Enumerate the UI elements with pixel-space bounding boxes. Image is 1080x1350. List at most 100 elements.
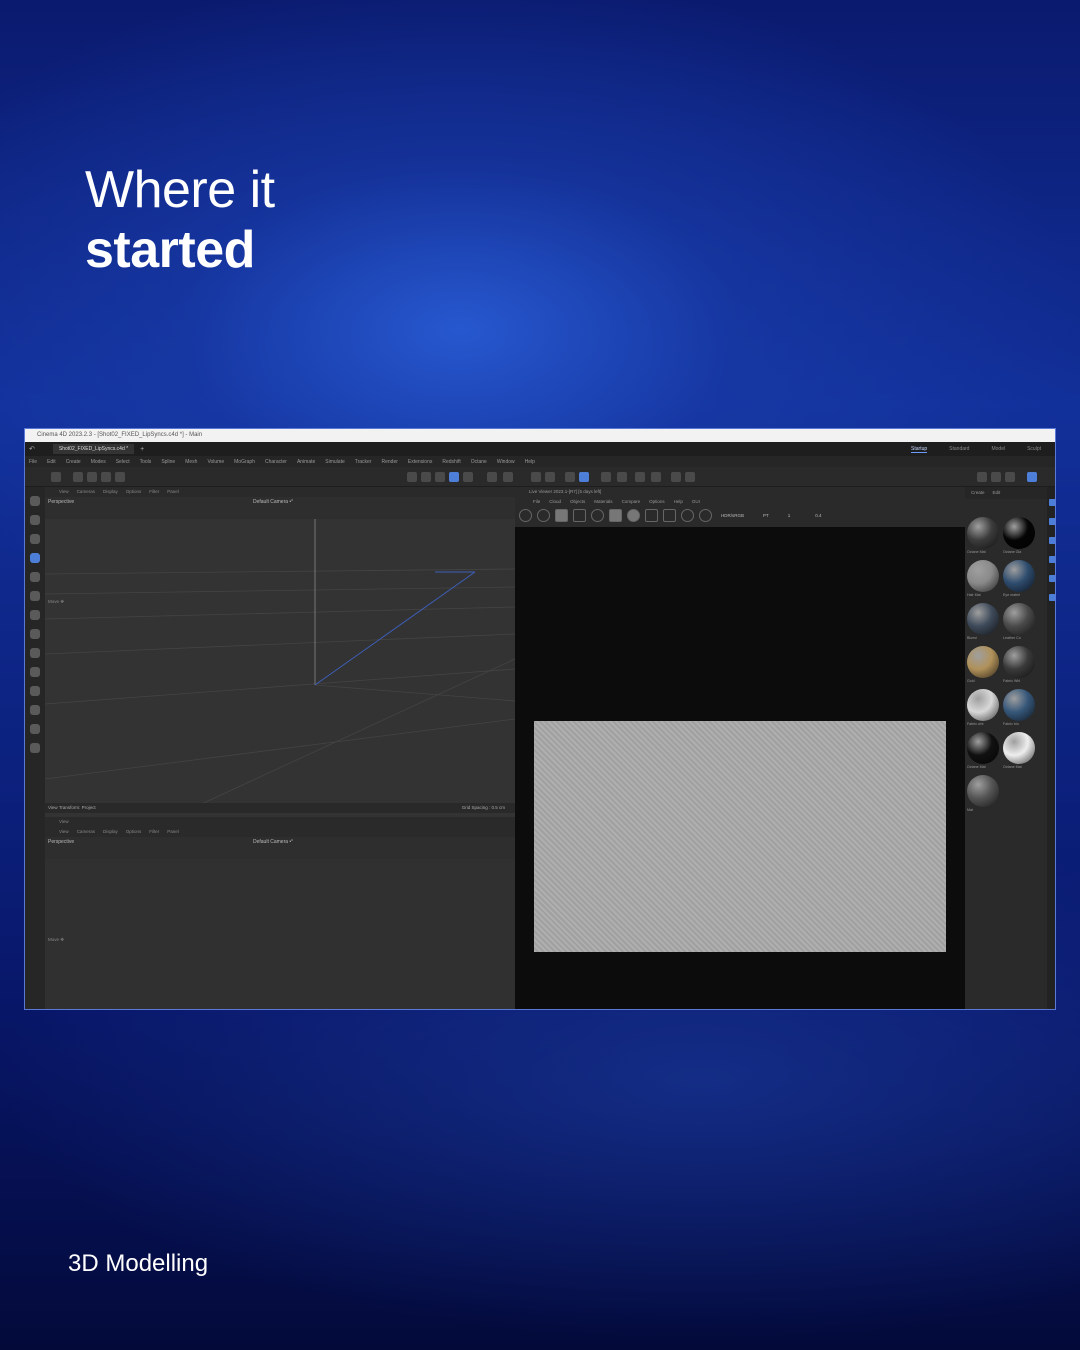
lock-icon[interactable]	[531, 472, 541, 482]
render-canvas[interactable]	[534, 721, 946, 952]
viewport-bottom-camera[interactable]: Default Camera •°	[253, 839, 293, 845]
add-tab-icon[interactable]: +	[140, 446, 144, 453]
menu-octane[interactable]: Octane	[471, 459, 487, 465]
viewport-bottom-menu-view[interactable]: View	[59, 827, 69, 837]
live-viewer-menu-compare[interactable]: Compare	[622, 499, 641, 504]
material-swatch[interactable]	[1003, 732, 1035, 764]
menu-character[interactable]: Character	[265, 459, 287, 465]
color-mode-select[interactable]: HDR/sRGB	[721, 513, 744, 518]
material-swatch[interactable]	[967, 603, 999, 635]
attribute-manager-icon[interactable]	[1048, 518, 1055, 525]
menu-tools[interactable]: Tools	[140, 459, 152, 465]
viewport-top-menu-filter[interactable]: Filter	[149, 487, 159, 497]
render-active-icon[interactable]	[651, 472, 661, 482]
x-axis-icon[interactable]	[73, 472, 83, 482]
snap-icon[interactable]	[407, 472, 417, 482]
channel-select[interactable]: PT	[763, 513, 769, 518]
material-swatch[interactable]	[1003, 646, 1035, 678]
viewport-bottom-menu-panel[interactable]: Panel	[167, 827, 179, 837]
value-b-field[interactable]: 0.4	[815, 513, 821, 518]
workplane-icon[interactable]	[421, 472, 431, 482]
object-manager-icon[interactable]	[1048, 499, 1055, 506]
live-select-icon[interactable]	[30, 534, 40, 544]
brush-tool-icon[interactable]	[30, 686, 40, 696]
menu-create[interactable]: Create	[66, 459, 81, 465]
menu-animate[interactable]: Animate	[297, 459, 315, 465]
viewport-top-camera[interactable]: Default Camera •°	[253, 499, 293, 505]
menu-tracker[interactable]: Tracker	[355, 459, 372, 465]
display-mode-icon[interactable]	[435, 472, 445, 482]
pause-icon[interactable]	[555, 509, 568, 522]
menu-edit[interactable]: Edit	[47, 459, 56, 465]
texture-mode-icon[interactable]	[463, 472, 473, 482]
material-swatch[interactable]	[967, 732, 999, 764]
viewport-bottom-menu-cameras[interactable]: Cameras	[77, 827, 95, 837]
extrude-tool-icon[interactable]	[30, 648, 40, 658]
menu-file[interactable]: File	[29, 459, 37, 465]
material-menu-create[interactable]: Create	[971, 487, 985, 499]
rotate-tool-icon[interactable]	[30, 572, 40, 582]
focus-picker-icon[interactable]	[645, 509, 658, 522]
menu-modes[interactable]: Modes	[91, 459, 106, 465]
material-swatch[interactable]	[967, 775, 999, 807]
picture-viewer-icon[interactable]	[635, 472, 645, 482]
viewport-bottom[interactable]: View View Cameras Display Options Filter Pane…	[45, 817, 515, 1009]
grid-icon[interactable]	[565, 472, 575, 482]
menu-extensions[interactable]: Extensions	[408, 459, 432, 465]
undo-icon[interactable]: ↶	[29, 445, 35, 453]
settings-icon[interactable]	[591, 509, 604, 522]
viewport-bottom-menu-filter[interactable]: Filter	[149, 827, 159, 837]
region-render-icon[interactable]	[573, 509, 586, 522]
menu-mesh[interactable]: Mesh	[185, 459, 197, 465]
tweak-mode-icon[interactable]	[503, 472, 513, 482]
menu-select[interactable]: Select	[116, 459, 130, 465]
viewer-2-icon[interactable]	[991, 472, 1001, 482]
y-axis-icon[interactable]	[87, 472, 97, 482]
octane-live-viewer[interactable]: Live Viewer 2023.1-[R7] [5 days left] Fi…	[515, 487, 965, 1009]
solo-icon[interactable]	[545, 472, 555, 482]
model-mode-icon[interactable]	[449, 472, 459, 482]
value-a-field[interactable]: 1	[788, 513, 791, 518]
search-tool-icon[interactable]	[30, 496, 40, 506]
material-menu-edit[interactable]: Edit	[993, 487, 1001, 499]
material-swatch[interactable]	[967, 646, 999, 678]
live-viewer-menu-objects[interactable]: Objects	[570, 499, 585, 504]
send-scene-icon[interactable]	[519, 509, 532, 522]
render-settings-icon[interactable]	[617, 472, 627, 482]
viewport-top-menu-display[interactable]: Display	[103, 487, 118, 497]
menu-mograph[interactable]: MoGraph	[234, 459, 255, 465]
layout-tab-startup[interactable]: Startup	[911, 446, 928, 453]
settings-gear-icon[interactable]	[671, 472, 681, 482]
material-swatch[interactable]	[1003, 560, 1035, 592]
viewer-icon[interactable]	[977, 472, 987, 482]
menu-spline[interactable]: Spline	[161, 459, 175, 465]
live-viewer-menu-cloud[interactable]: Cloud	[549, 499, 561, 504]
material-swatch[interactable]	[1003, 689, 1035, 721]
select-tool-icon[interactable]	[30, 515, 40, 525]
menu-simulate[interactable]: Simulate	[325, 459, 344, 465]
menu-help[interactable]: Help	[525, 459, 535, 465]
layer-manager-icon[interactable]	[1048, 537, 1055, 544]
file-tab[interactable]: Shot02_FIXED_LipSyncs.c4d *	[52, 444, 135, 454]
render-region-icon[interactable]	[601, 472, 611, 482]
material-swatch[interactable]	[967, 560, 999, 592]
viewer-3-icon[interactable]	[1005, 472, 1015, 482]
viewport-top-menu-view[interactable]: View	[59, 487, 69, 497]
menu-redshift[interactable]: Redshift	[442, 459, 460, 465]
material-swatch[interactable]	[967, 689, 999, 721]
object-picker-icon[interactable]	[699, 509, 712, 522]
viewport-top-menu-panel[interactable]: Panel	[167, 487, 179, 497]
live-viewer-menu-file[interactable]: File	[533, 499, 540, 504]
coordinate-icon[interactable]	[115, 472, 125, 482]
viewport-top-menu-options[interactable]: Options	[126, 487, 142, 497]
sphere-icon[interactable]	[627, 509, 640, 522]
menu-render[interactable]: Render	[382, 459, 398, 465]
takes-icon[interactable]	[1048, 556, 1055, 563]
magnet-tool-icon[interactable]	[30, 724, 40, 734]
content-browser-icon[interactable]	[1048, 575, 1055, 582]
viewport-bottom-menu-display[interactable]: Display	[103, 827, 118, 837]
layout-tab-model[interactable]: Model	[991, 446, 1005, 453]
layout-tab-standard[interactable]: Standard	[949, 446, 969, 453]
material-swatch[interactable]	[967, 517, 999, 549]
material-swatch[interactable]	[1003, 517, 1035, 549]
